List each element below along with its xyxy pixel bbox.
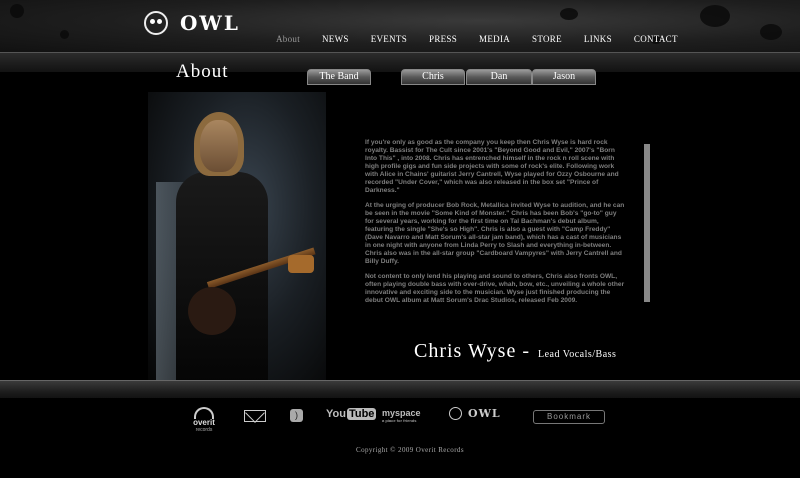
main-content: About The Band Chris Dan Jason If you're… xyxy=(0,61,800,380)
top-divider-bar xyxy=(0,52,800,73)
tab-dan[interactable]: Dan xyxy=(466,69,532,85)
myspace-wordmark: myspace xyxy=(382,408,421,418)
member-caption: Chris Wyse - Lead Vocals/Bass xyxy=(414,340,616,363)
nav-item-media[interactable]: MEDIA xyxy=(479,34,510,44)
site-footer: overit records ) You Tube myspace a plac… xyxy=(0,398,800,478)
email-envelope-icon[interactable] xyxy=(244,410,266,422)
nav-item-contact[interactable]: CONTACT xyxy=(634,34,678,44)
owl-logo[interactable]: OWL xyxy=(144,11,240,35)
owl-mini-emblem-icon xyxy=(449,407,462,420)
member-name: Chris Wyse - xyxy=(414,340,530,362)
owl-footer-wordmark: OWL xyxy=(468,407,501,420)
overit-wordmark: overit xyxy=(193,418,215,427)
bio-paragraph: At the urging of producer Bob Rock, Meta… xyxy=(365,202,625,265)
member-photo xyxy=(148,92,326,380)
tab-chris[interactable]: Chris xyxy=(401,69,465,85)
overit-records-logo[interactable]: overit records xyxy=(188,407,220,433)
bio-scrollbar[interactable] xyxy=(644,144,650,302)
background-splatter xyxy=(760,24,782,40)
scrollbar-thumb[interactable] xyxy=(644,144,650,302)
bio-paragraph: If you're only as good as the company yo… xyxy=(365,139,619,194)
copyright-text: Copyright © 2009 Overit Records xyxy=(356,446,464,454)
nav-item-events[interactable]: EVENTS xyxy=(371,34,407,44)
nav-item-links[interactable]: LINKS xyxy=(584,34,612,44)
rss-icon[interactable]: ) xyxy=(290,409,303,422)
member-role: Lead Vocals/Bass xyxy=(537,349,617,360)
youtube-tube-text: Tube xyxy=(346,408,377,420)
owl-emblem-icon xyxy=(144,11,168,35)
main-nav: About NEWS EVENTS PRESS MEDIA STORE LINK… xyxy=(276,34,700,44)
bio-paragraph: Not content to only lend his playing and… xyxy=(365,273,625,304)
background-splatter xyxy=(10,4,24,18)
myspace-icon[interactable]: myspace a place for friends xyxy=(382,408,421,423)
logo-wordmark: OWL xyxy=(180,11,240,35)
youtube-icon[interactable]: You Tube xyxy=(326,408,377,420)
tab-jason[interactable]: Jason xyxy=(532,69,596,85)
overit-subtitle: records xyxy=(195,427,213,433)
myspace-tagline: a place for friends xyxy=(382,418,417,423)
background-splatter xyxy=(560,8,578,20)
member-bio: If you're only as good as the company yo… xyxy=(365,139,625,312)
page-title: About xyxy=(176,61,229,82)
background-splatter xyxy=(700,5,730,27)
bottom-divider-bar xyxy=(0,380,800,399)
nav-item-news[interactable]: NEWS xyxy=(322,34,349,44)
nav-item-store[interactable]: STORE xyxy=(532,34,562,44)
owl-footer-logo[interactable]: OWL xyxy=(449,407,501,420)
background-splatter xyxy=(60,30,69,39)
youtube-you-text: You xyxy=(326,408,346,420)
site-header: OWL About NEWS EVENTS PRESS MEDIA STORE … xyxy=(0,0,800,52)
nav-item-about[interactable]: About xyxy=(276,34,300,44)
nav-item-press[interactable]: PRESS xyxy=(429,34,457,44)
bookmark-button[interactable]: Bookmark xyxy=(533,410,605,424)
tab-the-band[interactable]: The Band xyxy=(307,69,371,85)
